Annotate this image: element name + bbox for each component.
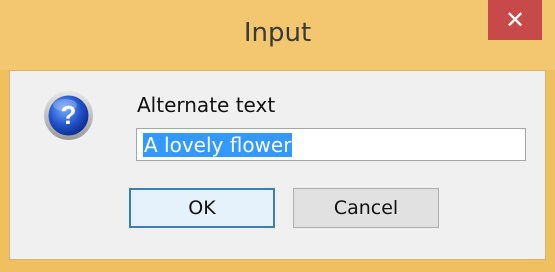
input-selected-text: A lovely flower	[143, 133, 293, 157]
title-bar[interactable]: Input ✕	[0, 0, 555, 70]
alternate-text-input[interactable]: A lovely flower	[136, 128, 526, 161]
dialog-body: ? Alternate text A lovely flower OK Canc…	[9, 70, 546, 260]
window-title: Input	[243, 18, 312, 48]
cancel-button[interactable]: Cancel	[293, 188, 439, 228]
svg-text:?: ?	[61, 100, 77, 130]
close-button[interactable]: ✕	[488, 0, 542, 40]
question-icon: ?	[44, 91, 93, 140]
prompt-label: Alternate text	[137, 93, 276, 117]
input-dialog-window: Input ✕ ? Alternate text A lovely flower…	[0, 0, 555, 272]
ok-button[interactable]: OK	[129, 188, 275, 228]
close-icon: ✕	[504, 6, 526, 34]
